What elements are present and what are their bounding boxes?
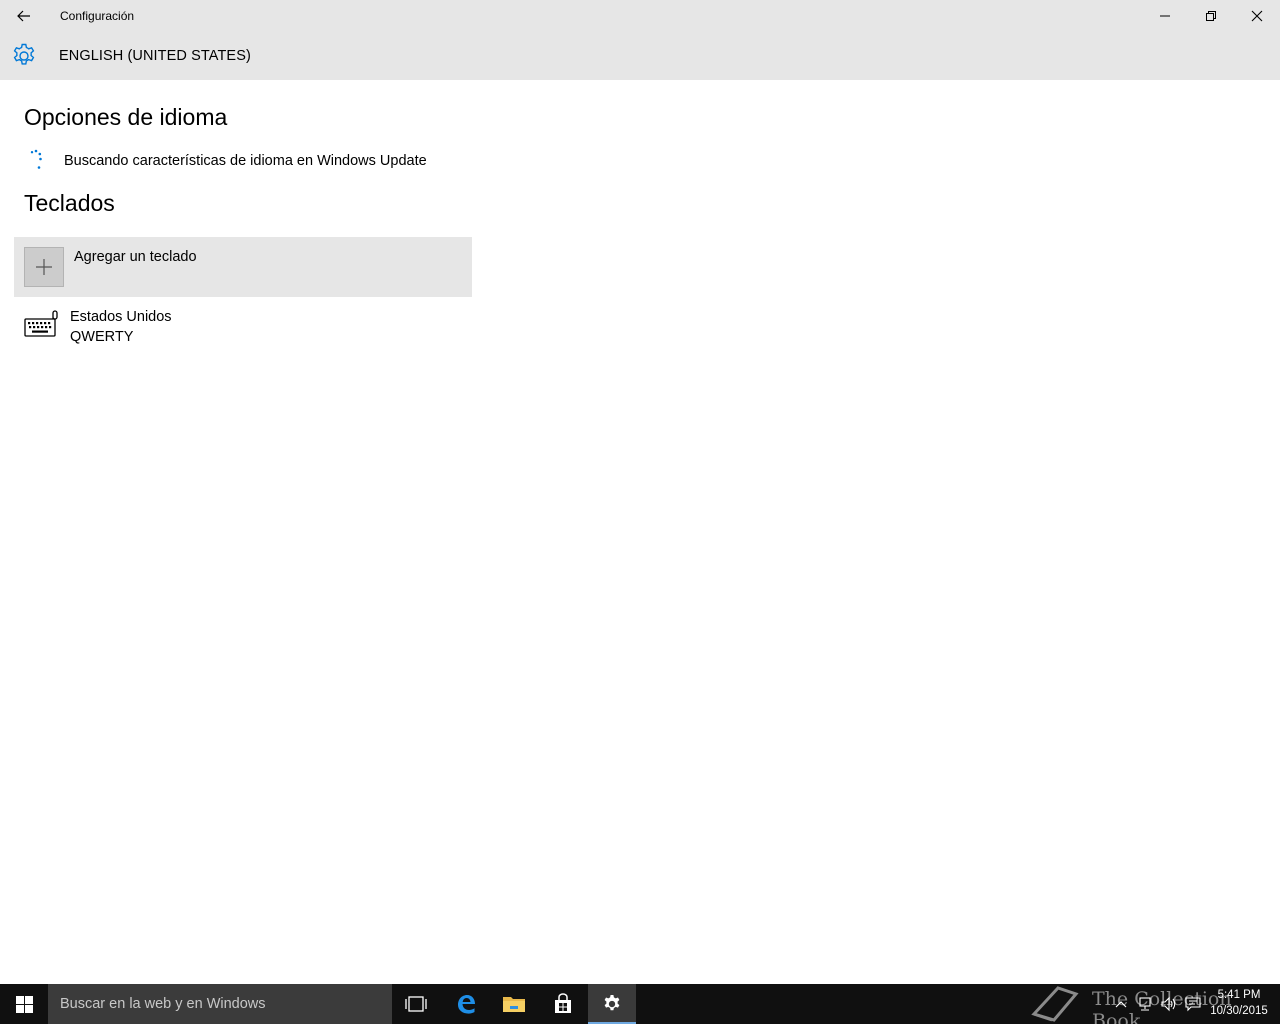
edge-button[interactable] [442, 984, 490, 1024]
volume-button[interactable] [1158, 984, 1180, 1024]
edge-icon [458, 995, 475, 1014]
keyboards-heading: Teclados [24, 190, 115, 216]
store-icon [555, 993, 571, 1013]
language-options-heading: Opciones de idioma [24, 104, 228, 130]
restore-button[interactable] [1188, 0, 1234, 32]
file-explorer-icon [503, 997, 525, 1012]
taskbar-search-box[interactable]: Buscar en la web y en Windows [48, 984, 392, 1024]
add-keyboard-tile [24, 247, 64, 287]
speaker-icon [1161, 996, 1176, 1012]
book-icon [1031, 986, 1079, 1022]
plus-icon [36, 259, 52, 275]
keyboard-icon [24, 310, 58, 337]
windows-logo-icon [15, 995, 33, 1013]
start-button[interactable] [0, 984, 48, 1024]
page-header: ENGLISH (UNITED STATES) [0, 32, 1280, 80]
keyboard-list-item[interactable]: Estados Unidos QWERTY [14, 304, 472, 352]
network-icon [1139, 997, 1151, 1011]
add-keyboard-button[interactable]: Agregar un teclado [14, 237, 472, 297]
clock-time: 5:41 PM [1217, 989, 1261, 1001]
task-view-button[interactable] [392, 984, 440, 1024]
page-title: ENGLISH (UNITED STATES) [59, 48, 251, 64]
close-icon [1251, 10, 1263, 22]
action-center-button[interactable] [1182, 984, 1204, 1024]
notification-icon [1185, 997, 1201, 1012]
minimize-button[interactable] [1142, 0, 1188, 32]
loading-spinner-icon [30, 149, 42, 169]
language-search-status: Buscando características de idioma en Wi… [64, 153, 427, 169]
add-keyboard-label: Agregar un teclado [74, 249, 197, 265]
keyboard-layout: QWERTY [70, 329, 134, 345]
taskbar-search-placeholder: Buscar en la web y en Windows [60, 996, 266, 1012]
settings-taskbar-button[interactable] [588, 984, 636, 1024]
store-button[interactable] [539, 984, 587, 1024]
show-hidden-icons-button[interactable] [1110, 984, 1132, 1024]
gear-icon [13, 43, 35, 65]
minimize-icon [1160, 15, 1170, 17]
back-button[interactable] [0, 0, 48, 32]
network-button[interactable] [1134, 984, 1156, 1024]
restore-icon [1206, 11, 1216, 21]
taskbar: Buscar en la web y en Windows The Collec… [0, 984, 1280, 1024]
close-button[interactable] [1234, 0, 1280, 32]
settings-icon [604, 994, 620, 1011]
clock-date: 10/30/2015 [1210, 1005, 1268, 1017]
keyboard-name: Estados Unidos [70, 309, 172, 325]
system-clock[interactable]: 5:41 PM 10/30/2015 [1206, 987, 1272, 1019]
task-view-icon [405, 996, 427, 1012]
file-explorer-button[interactable] [490, 984, 538, 1024]
back-arrow-icon [17, 10, 30, 22]
chevron-up-icon [1115, 1001, 1127, 1008]
title-bar: Configuración [0, 0, 1280, 32]
window-title: Configuración [60, 9, 135, 23]
